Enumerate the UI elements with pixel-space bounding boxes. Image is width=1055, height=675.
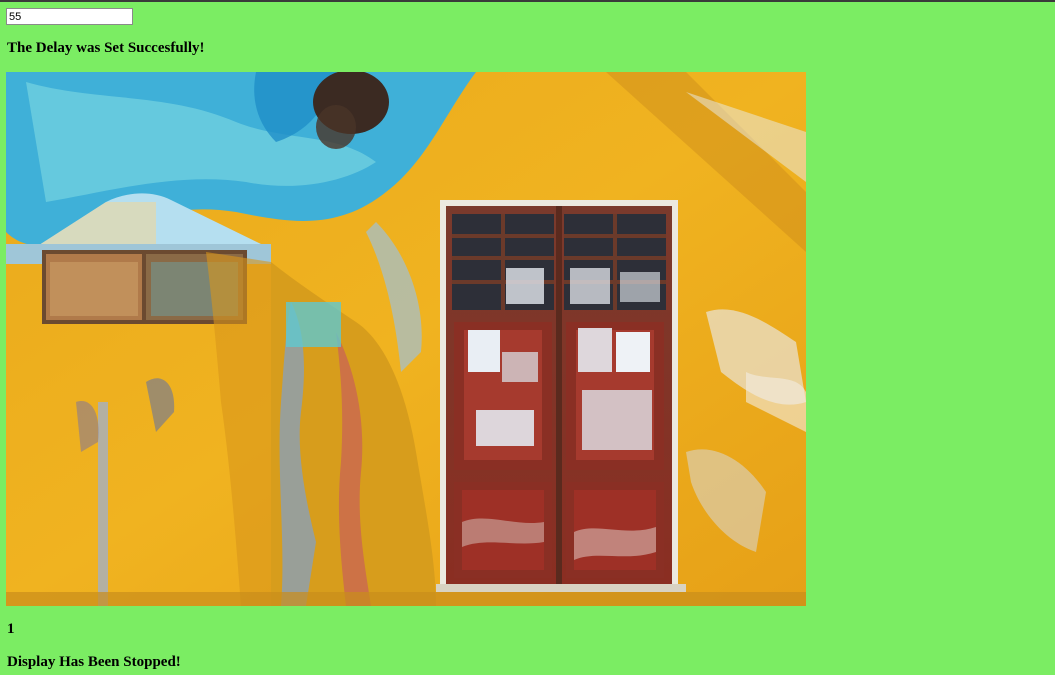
delay-input[interactable] [6, 8, 133, 25]
delay-set-message: The Delay was Set Succesfully! [7, 40, 205, 56]
slide-counter: 1 [7, 621, 15, 637]
display-stopped-message: Display Has Been Stopped! [7, 654, 181, 670]
weathered-wall-with-door-photo [6, 72, 806, 606]
slideshow-image [6, 72, 806, 606]
